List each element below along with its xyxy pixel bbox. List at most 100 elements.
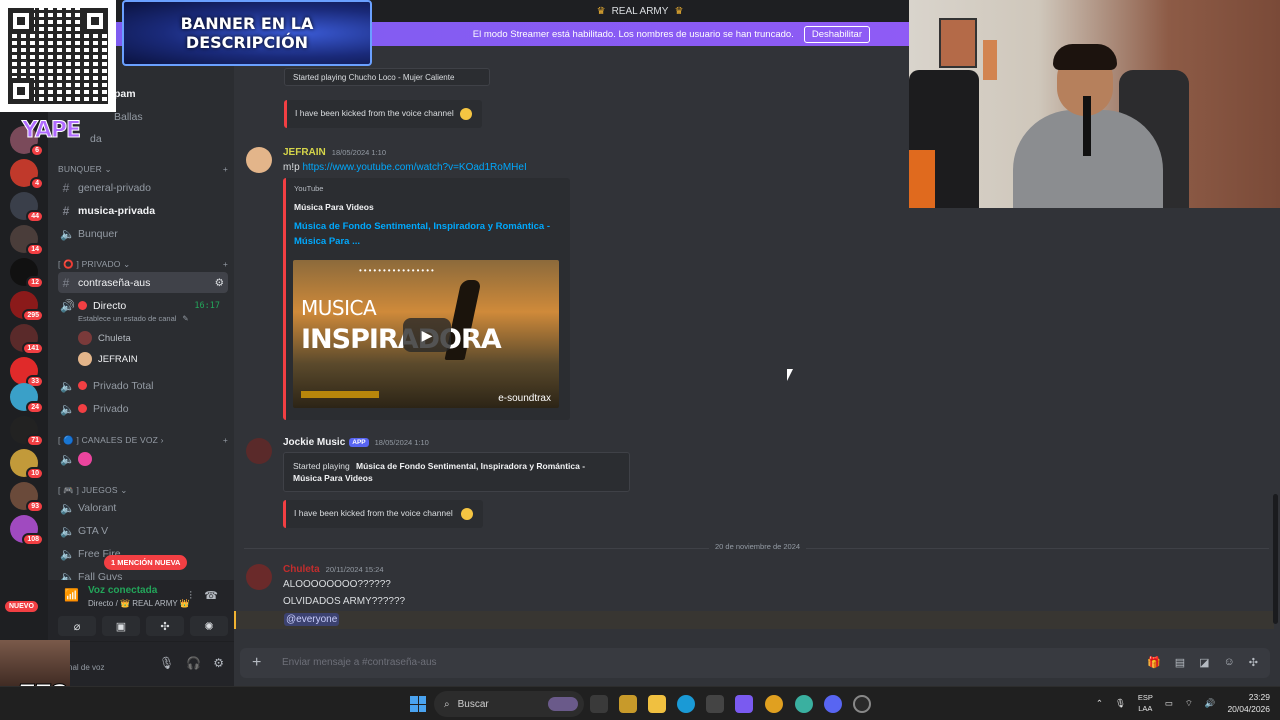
settings-gear-icon[interactable]: ⚙ [213, 656, 224, 670]
banner-line-2: DESCRIPCIÓN [185, 33, 309, 52]
share-screen-button[interactable]: ▣ [102, 616, 140, 636]
play-icon[interactable]: ▶ [403, 318, 451, 352]
wifi-icon[interactable]: ⌔ [1185, 698, 1193, 709]
display-icon[interactable]: ▭ [1165, 698, 1173, 709]
server-icon[interactable]: 4 [10, 159, 44, 190]
category-juegos[interactable]: [ 🎮 ] Juegos ⌄ [58, 485, 228, 496]
webcam-overlay [909, 0, 1280, 208]
voice-location[interactable]: Directo / 👑 REAL ARMY 👑 [88, 599, 190, 608]
channel-privado[interactable]: 🔈 Privado [58, 398, 228, 419]
message-timestamp: 18/05/2024 1:10 [374, 438, 429, 447]
add-channel-icon[interactable]: + [223, 435, 228, 446]
chevron-up-icon[interactable]: ⌃ [1096, 698, 1103, 709]
server-icon[interactable]: 14 [10, 225, 44, 256]
message-author[interactable]: JEFRAIN 18/05/2024 1:10 [283, 147, 386, 158]
new-servers-pill[interactable]: NUEVO [5, 601, 38, 612]
add-channel-icon[interactable]: + [223, 164, 228, 175]
server-icon[interactable]: 295 [10, 291, 44, 322]
channel-label: contraseña-aus [78, 276, 151, 289]
gift-icon[interactable]: 🎁 [1147, 656, 1161, 669]
embed-title[interactable]: Música de Fondo Sentimental, Inspiradora… [294, 221, 564, 232]
channel-partial[interactable]: da [88, 128, 258, 149]
discord-icon [78, 451, 92, 466]
voice-user[interactable]: JEFRAIN [78, 352, 138, 366]
unread-badge: 4 [30, 177, 44, 190]
taskbar-search[interactable]: ⌕ Buscar [434, 691, 584, 717]
channel-label: Privado [93, 402, 129, 415]
avatar[interactable] [246, 438, 272, 464]
youtube-link[interactable]: https://www.youtube.com/watch?v=KOad1RoM… [302, 162, 526, 173]
channel-status[interactable]: Establece un estado de canal ✎ [78, 314, 189, 323]
discord-icon[interactable] [824, 695, 842, 713]
apps-icon[interactable]: ✣ [1249, 656, 1258, 669]
channel-bunquer[interactable]: 🔈 Bunquer [58, 223, 228, 244]
chrome-icon[interactable] [765, 695, 783, 713]
channel-directo[interactable]: 🔊 Directo 16:17 [58, 295, 228, 316]
add-channel-icon[interactable]: + [223, 259, 228, 270]
emoji-icon[interactable]: ☺ [1224, 656, 1235, 669]
chat-scrollbar[interactable] [1273, 494, 1278, 624]
camera-off-button[interactable]: ⌀ [58, 616, 96, 636]
clock-time: 23:29 [1248, 692, 1270, 702]
volume-icon[interactable]: 🔊 [1205, 698, 1216, 709]
headphones-icon[interactable]: 🎧 [186, 656, 201, 670]
hash-icon: # [62, 180, 70, 195]
copilot-icon[interactable] [735, 695, 753, 713]
message-author[interactable]: Jockie Music APP 18/05/2024 1:10 [283, 437, 429, 448]
composer-placeholder[interactable]: Enviar mensaje a #contraseña-aus [282, 657, 437, 668]
message-author[interactable]: Chuleta 20/11/2024 15:24 [283, 564, 384, 575]
channel-musica-privada[interactable]: # musica-privada [58, 200, 228, 221]
windows-start-icon[interactable] [410, 696, 426, 712]
category-canales-de-voz[interactable]: [ 🔵 ] Canales de voz › + [58, 435, 228, 446]
server-icon[interactable]: 93 [10, 482, 44, 513]
category-privado[interactable]: [ ⭕ ] PRIVADO ⌄ + [58, 259, 228, 270]
voice-user[interactable]: Chuleta [78, 331, 131, 345]
clock[interactable]: 23:29 20/04/2026 [1227, 691, 1270, 715]
yape-overlay: YAPE [21, 118, 81, 144]
speaker-icon: 🔈 [60, 523, 75, 538]
task-view-icon[interactable] [590, 695, 608, 713]
embed-title-cont[interactable]: Música Para ... [294, 236, 360, 247]
video-thumbnail[interactable]: •••••••••••••••• MUSICA INSPIRADORA ▶ e-… [293, 260, 559, 408]
store-icon[interactable] [706, 695, 724, 713]
server-icon[interactable]: 44 [10, 192, 44, 223]
message-composer[interactable]: + Enviar mensaje a #contraseña-aus 🎁 ▤ ◪… [240, 648, 1270, 678]
channel-general-privado[interactable]: # general-privado [58, 177, 228, 198]
server-icon[interactable]: 33 [10, 357, 44, 388]
noise-suppression-icon[interactable]: ⫶ [189, 590, 192, 603]
server-icon[interactable]: 108 [10, 515, 44, 546]
gear-icon[interactable]: ⚙ [215, 277, 224, 289]
server-icon[interactable]: 71 [10, 416, 44, 447]
avatar[interactable] [246, 147, 272, 173]
everyone-mention[interactable]: @everyone [284, 613, 340, 626]
activities-button[interactable]: ✣ [146, 616, 184, 636]
browser-icon[interactable] [795, 695, 813, 713]
microphone-icon[interactable]: 🎙 [159, 656, 174, 670]
channel-privado-total[interactable]: 🔈 Privado Total [58, 375, 228, 396]
mic-tray-icon[interactable]: 🎙 [1115, 698, 1126, 709]
server-icon[interactable]: 141 [10, 324, 44, 355]
server-icon[interactable]: 12 [10, 258, 44, 289]
embed-channel[interactable]: Música Para Videos [294, 202, 374, 212]
sticker-icon[interactable]: ◪ [1199, 656, 1209, 669]
server-icon[interactable]: 24 [10, 383, 44, 414]
server-icon[interactable]: 10 [10, 449, 44, 480]
app-w-icon[interactable] [619, 695, 637, 713]
gif-icon[interactable]: ▤ [1175, 656, 1185, 669]
channel-valorant[interactable]: 🔈 Valorant [58, 497, 228, 518]
language-indicator[interactable]: ESP LAA [1138, 692, 1153, 714]
disconnect-icon[interactable]: ☎ [204, 589, 218, 602]
edge-icon[interactable] [677, 695, 695, 713]
soundboard-button[interactable]: ✺ [190, 616, 228, 636]
channel-discord-voice[interactable]: 🔈 [58, 448, 228, 469]
channel-contrasena-aus[interactable]: # contraseña-aus ⚙ [58, 272, 228, 293]
file-explorer-icon[interactable] [648, 695, 666, 713]
channel-gta-v[interactable]: 🔈 GTA V [58, 520, 228, 541]
avatar[interactable] [246, 564, 272, 590]
new-mention-pill[interactable]: 1 MENCIÓN NUEVA [104, 555, 188, 570]
attach-plus-icon[interactable]: + [252, 654, 261, 672]
category-bunquer[interactable]: BUNQUER ⌄ + [58, 164, 228, 175]
user-panel: nal de voz 🎙 🎧 ⚙ [48, 642, 234, 686]
obs-icon[interactable] [853, 695, 871, 713]
disable-streamer-button[interactable]: Deshabilitar [803, 25, 870, 43]
